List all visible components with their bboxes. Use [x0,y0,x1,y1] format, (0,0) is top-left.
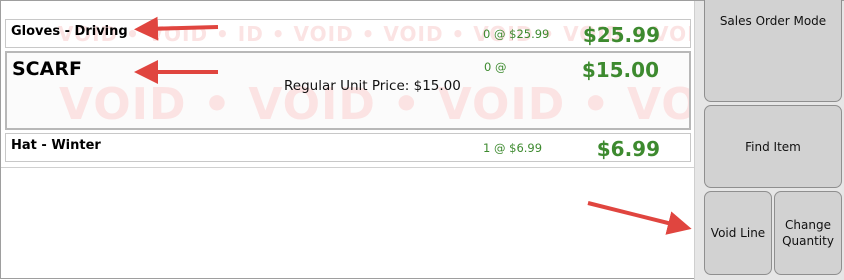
item-quantity: 0 @ $25.99 [483,27,550,41]
item-price: $6.99 [596,137,660,161]
item-name: Gloves - Driving [11,24,128,39]
item-price: $25.99 [582,23,660,47]
action-button-panel: Sales Order Mode Find Item Void Line Cha… [694,0,844,280]
item-name: Hat - Winter [11,138,101,153]
item-name: SCARF [12,58,82,80]
item-price: $15.00 [581,58,659,82]
sale-lines-list: VOID • VOID • ID • VOID • VOID • VOID • … [1,1,694,278]
sale-line-scarf[interactable]: VOID • VOID • VOID • VOID • VOID • VOID … [5,51,691,130]
sales-order-mode-button[interactable]: Sales Order Mode [704,0,842,102]
pos-window: VOID • VOID • ID • VOID • VOID • VOID • … [0,0,844,280]
list-divider [1,167,694,168]
item-quantity: 0 @ [484,60,507,74]
void-line-button[interactable]: Void Line [704,191,772,275]
item-quantity: 1 @ $6.99 [483,141,543,155]
change-quantity-button[interactable]: Change Quantity [774,191,842,275]
regular-unit-price: Regular Unit Price: $15.00 [284,78,461,94]
sale-line-gloves[interactable]: VOID • VOID • ID • VOID • VOID • VOID • … [5,19,691,48]
sale-line-hat[interactable]: Hat - Winter 1 @ $6.99 $6.99 [5,133,691,162]
find-item-button[interactable]: Find Item [704,105,842,188]
